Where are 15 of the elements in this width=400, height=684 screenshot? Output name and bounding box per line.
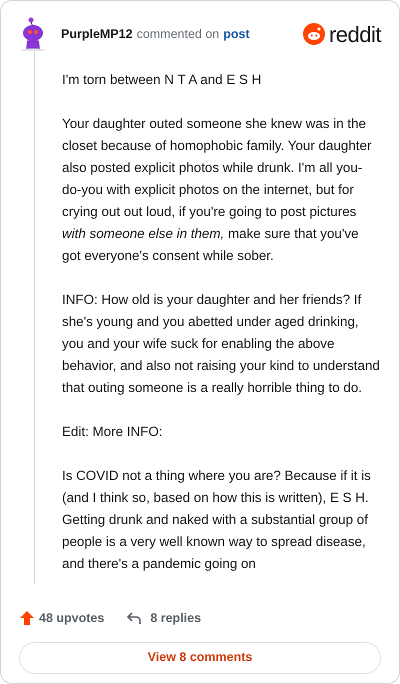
view-comments-button[interactable]: View 8 comments <box>19 642 381 674</box>
brand-name: reddit <box>328 20 381 48</box>
upvote-count: 48 upvotes <box>39 610 104 627</box>
username: PurpleMP12 <box>61 26 133 43</box>
post-link[interactable]: post <box>223 24 250 44</box>
reply-arrow-icon[interactable] <box>126 611 142 626</box>
reply-count: 8 replies <box>150 610 202 627</box>
reddit-logo-icon <box>302 23 325 45</box>
comment-paragraph: Is COVID not a thing where you are? Because if it is (and I think so, based on how this is written), E S H. Getting drunk and naked with a substantial group of people is a very well known way to spread disease, and there's a pandemic going on <box>62 467 372 573</box>
comment-paragraph: I'm torn between N T A and E S H <box>62 71 262 89</box>
comment-paragraph: INFO: How old is your daughter and her friends? If she's young and you abetted under aged drinking, you and your wife suck for enabling the above behavior, and also not raising your kind to understand that outing someone is a really horrible thing to do. <box>62 291 380 397</box>
comment-paragraph: Edit: More INFO: <box>62 423 164 441</box>
comment-paragraph: Your daughter outed someone she knew was in the closet because of homophobic family. Your daughter also posted explicit photos while drunk. I'm all you-do-you with explicit photos on the internet, but for crying out out loud, if you're going to post pictures with someone else in them, make sure that you've got everyone's consent while sober. <box>62 115 372 265</box>
upvote-arrow-icon[interactable] <box>19 610 35 626</box>
action-text: commented on <box>136 26 220 43</box>
